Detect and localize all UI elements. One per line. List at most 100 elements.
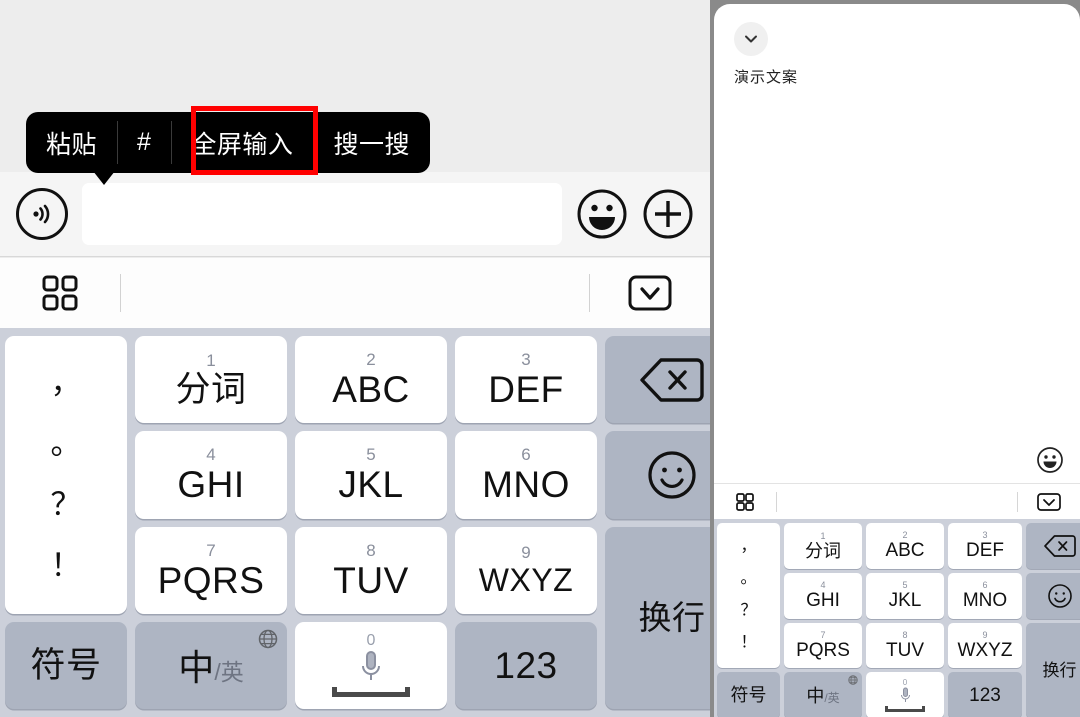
language-en: 英 xyxy=(827,691,840,706)
fullscreen-note-text: 演示文案 xyxy=(734,69,799,86)
toolbar-divider xyxy=(776,492,777,512)
symbol-key[interactable]: 符号 xyxy=(5,621,127,709)
context-menu-label: # xyxy=(137,128,152,156)
backspace-icon[interactable] xyxy=(605,336,710,424)
context-menu-item-hashtag[interactable]: # xyxy=(117,112,171,173)
key-9-wxyz[interactable]: 9 WXYZ xyxy=(948,622,1022,669)
key-1-fenci[interactable]: 1 分词 xyxy=(135,336,287,424)
microphone-icon xyxy=(358,650,384,684)
symbol-label: 符号 xyxy=(30,645,102,685)
space-bar-indicator xyxy=(332,687,410,698)
key-4-ghi[interactable]: 4 GHI xyxy=(784,572,862,619)
key-4-ghi[interactable]: 4 GHI xyxy=(135,431,287,519)
language-switch-key[interactable]: 中 / 英 xyxy=(784,672,862,717)
punctuation-key[interactable]: ， 。 ？ ！ xyxy=(5,336,127,614)
space-microphone-key[interactable]: 0 xyxy=(295,621,447,709)
left-phone-panel: 粘贴 # 全屏输入 搜一搜 ， 。 ？ ！ 1 分词 2 ABC 3 DEF 4… xyxy=(0,0,710,717)
context-menu: 粘贴 # 全屏输入 搜一搜 xyxy=(26,112,430,173)
key-3-def[interactable]: 3 DEF xyxy=(455,336,597,424)
key-6-mno[interactable]: 6 MNO xyxy=(948,572,1022,619)
globe-icon xyxy=(848,675,858,685)
key-number: 7 xyxy=(206,540,216,560)
key-label: JKL xyxy=(338,464,404,506)
keyboard-toolbar xyxy=(0,258,710,328)
key-8-tuv[interactable]: 8 TUV xyxy=(295,526,447,614)
key-7-pqrs[interactable]: 7 PQRS xyxy=(135,526,287,614)
right-keyboard-toolbar xyxy=(714,485,1080,519)
key-number: 3 xyxy=(521,350,531,370)
key-number: 4 xyxy=(206,445,216,465)
key-6-mno[interactable]: 6 MNO xyxy=(455,431,597,519)
smiley-icon[interactable] xyxy=(605,431,710,519)
key-label: PQRS xyxy=(796,639,850,661)
context-menu-label: 搜一搜 xyxy=(333,130,410,159)
key-9-wxyz[interactable]: 9 WXYZ xyxy=(455,526,597,614)
backspace-icon[interactable] xyxy=(1026,523,1080,569)
key-label: WXYZ xyxy=(957,639,1013,661)
context-menu-item-search[interactable]: 搜一搜 xyxy=(313,112,430,173)
key-5-jkl[interactable]: 5 JKL xyxy=(866,572,944,619)
space-key-content: 0 xyxy=(885,677,925,712)
numeric-key[interactable]: 123 xyxy=(455,621,597,709)
return-label: 换行 xyxy=(1042,660,1077,680)
smiley-icon[interactable] xyxy=(1026,572,1080,619)
punctuation-key[interactable]: ， 。 ？ ！ xyxy=(717,523,780,669)
symbol-label: 符号 xyxy=(730,685,767,706)
key-7-pqrs[interactable]: 7 PQRS xyxy=(784,622,862,669)
globe-icon xyxy=(258,629,278,649)
key-label: TUV xyxy=(333,559,409,601)
key-number: 1 xyxy=(206,351,216,371)
key-2-abc[interactable]: 2 ABC xyxy=(295,336,447,424)
voice-wave-icon[interactable] xyxy=(16,188,68,240)
key-number: 6 xyxy=(521,445,531,465)
language-label: 中 / 英 xyxy=(178,639,243,691)
grid-apps-icon[interactable] xyxy=(714,491,776,513)
key-label: GHI xyxy=(177,464,245,506)
key-label: TUV xyxy=(886,639,924,661)
key-number: 6 xyxy=(982,580,988,591)
right-emoji-row xyxy=(714,436,1080,484)
punct-exclaim: ！ xyxy=(740,634,757,652)
key-3-def[interactable]: 3 DEF xyxy=(948,523,1022,569)
context-menu-item-paste[interactable]: 粘贴 xyxy=(26,112,117,173)
context-menu-item-fullscreen-input[interactable]: 全屏输入 xyxy=(171,112,313,173)
return-label: 换行 xyxy=(638,599,706,637)
space-bar-indicator xyxy=(885,705,925,712)
punct-comma: ， xyxy=(740,538,757,556)
key-label: MNO xyxy=(482,464,570,506)
emoji-face-icon[interactable] xyxy=(1036,446,1064,474)
key-2-abc[interactable]: 2 ABC xyxy=(866,523,944,569)
key-label: PQRS xyxy=(157,559,265,601)
keyboard-collapse-icon[interactable] xyxy=(590,272,710,314)
grid-apps-icon[interactable] xyxy=(0,272,120,314)
key-1-fenci[interactable]: 1 分词 xyxy=(784,523,862,569)
punct-exclaim: ！ xyxy=(50,547,82,583)
punct-period: 。 xyxy=(740,570,757,588)
symbol-key[interactable]: 符号 xyxy=(717,672,780,717)
key-label: DEF xyxy=(488,369,564,411)
keyboard-collapse-icon[interactable] xyxy=(1018,491,1080,513)
toolbar-divider xyxy=(120,274,121,312)
key-number: 8 xyxy=(902,629,908,640)
space-microphone-key[interactable]: 0 xyxy=(866,672,944,717)
context-menu-label: 全屏输入 xyxy=(191,130,294,159)
message-text-input[interactable] xyxy=(82,183,562,245)
key-8-tuv[interactable]: 8 TUV xyxy=(866,622,944,669)
key-number: 8 xyxy=(366,540,376,560)
key-label: GHI xyxy=(806,590,840,612)
plus-circle-icon[interactable] xyxy=(642,188,694,240)
numeric-key[interactable]: 123 xyxy=(948,672,1022,717)
key-5-jkl[interactable]: 5 JKL xyxy=(295,431,447,519)
return-key[interactable]: 换行 xyxy=(605,526,710,709)
language-switch-key[interactable]: 中 / 英 xyxy=(135,621,287,709)
key-number: 1 xyxy=(820,530,826,541)
key-number: 0 xyxy=(902,677,908,687)
emoji-face-icon[interactable] xyxy=(576,188,628,240)
microphone-icon xyxy=(899,687,912,704)
screen-root: 粘贴 # 全屏输入 搜一搜 ， 。 ？ ！ 1 分词 2 ABC 3 DEF 4… xyxy=(0,0,1080,717)
return-key[interactable]: 换行 xyxy=(1026,622,1080,717)
key-number: 4 xyxy=(820,580,826,591)
space-key-content: 0 xyxy=(332,633,410,698)
numeric-label: 123 xyxy=(494,644,558,686)
chevron-down-icon[interactable] xyxy=(734,22,768,56)
